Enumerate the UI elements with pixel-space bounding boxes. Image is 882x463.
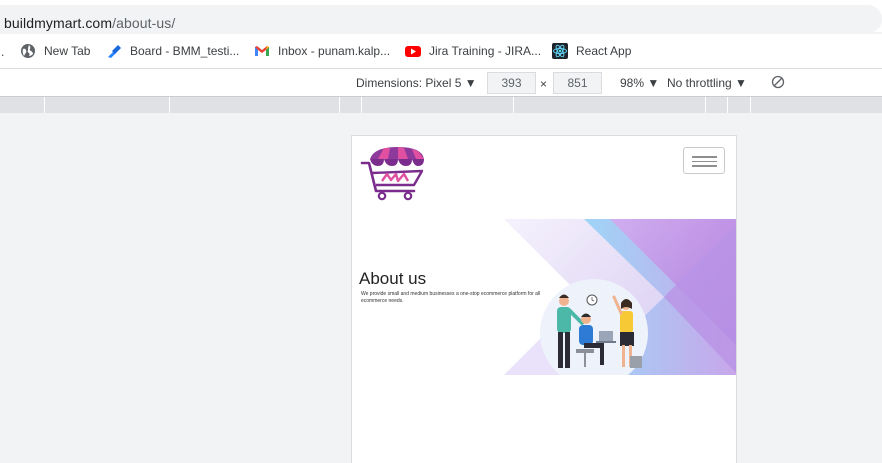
zoom-select[interactable]: 98% ▼: [620, 76, 659, 90]
bookmark-jira-training[interactable]: Jira Training - JIRA...: [405, 43, 541, 59]
bookmark-new-tab[interactable]: New Tab: [20, 43, 90, 59]
bookmark-label: New Tab: [44, 44, 91, 58]
menu-bar: [692, 160, 717, 162]
device-toolbar: Dimensions: Pixel 5 ▼ 393 × 851 98% ▼ No…: [0, 69, 882, 97]
rotate-icon[interactable]: [771, 75, 785, 89]
youtube-icon: [405, 46, 421, 57]
bookmark-label: Inbox - punam.kalp...: [278, 44, 391, 58]
menu-bar: [692, 165, 717, 167]
bookmarks-bar: . New Tab Board - BMM_testi... Inbox - p…: [0, 34, 882, 69]
url-text[interactable]: buildmymart.com/about-us/: [4, 15, 175, 31]
device-viewport: About us We provide small and medium bus…: [351, 135, 737, 463]
media-query-ruler[interactable]: [0, 97, 882, 113]
buildmymart-logo[interactable]: [360, 145, 428, 201]
width-input[interactable]: 393: [487, 72, 536, 94]
url-path: /about-us/: [112, 15, 176, 31]
globe-icon: [21, 44, 35, 58]
url-host: buildmymart.com: [4, 15, 113, 31]
menu-toggle-button[interactable]: [683, 147, 725, 174]
jira-icon: [108, 45, 121, 58]
omnibox[interactable]: buildmymart.com/about-us/: [0, 5, 882, 33]
bookmark-inbox[interactable]: Inbox - punam.kalp...: [254, 43, 390, 59]
address-bar: buildmymart.com/about-us/: [0, 0, 882, 33]
bookmark-label: React App: [576, 44, 632, 58]
throttling-select[interactable]: No throttling ▼: [667, 76, 747, 90]
menu-bar: [692, 156, 717, 158]
about-description: We provide small and medium businesses a…: [361, 291, 541, 304]
react-icon: [552, 43, 568, 59]
bookmark-label: Jira Training - JIRA...: [429, 44, 542, 58]
gmail-icon: [255, 46, 269, 56]
bookmark-label: Board - BMM_testi...: [130, 44, 240, 58]
bookmark-react-app[interactable]: React App: [552, 43, 631, 59]
page-title: About us: [359, 269, 427, 288]
bookmark-overflow-dot: .: [1, 45, 5, 59]
bookmark-board[interactable]: Board - BMM_testi...: [106, 43, 239, 59]
device-select[interactable]: Dimensions: Pixel 5 ▼: [356, 76, 477, 90]
dimension-times: ×: [540, 77, 548, 91]
height-input[interactable]: 851: [553, 72, 602, 94]
